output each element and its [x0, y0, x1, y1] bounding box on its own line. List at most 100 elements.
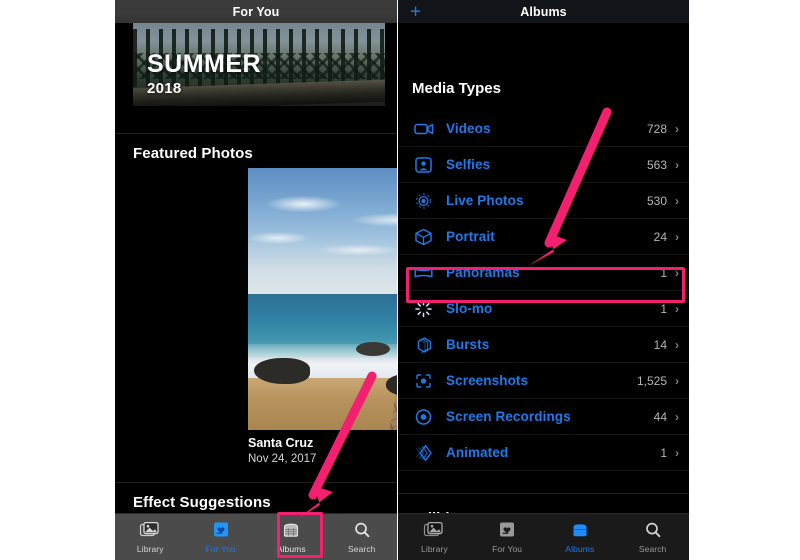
- list-item-label: Animated: [446, 445, 509, 460]
- divider: [115, 482, 397, 483]
- featured-photo-date: Nov 24, 2017: [248, 453, 317, 465]
- list-item-count: 1: [660, 265, 667, 280]
- chevron-right-icon: ›: [675, 301, 679, 316]
- page-title: For You: [232, 4, 280, 19]
- chevron-right-icon: ›: [675, 157, 679, 172]
- chevron-right-icon: ›: [675, 121, 679, 136]
- slomo-icon: [412, 298, 436, 320]
- photo-sand: [248, 378, 397, 430]
- animated-icon: [412, 442, 436, 464]
- list-item-count: 14: [653, 337, 667, 352]
- screenshot-canvas: For You SUMMER 2018 Featured Photos Sant…: [0, 0, 800, 560]
- albums-box-icon: [569, 520, 591, 540]
- heart-card-icon: [210, 520, 232, 540]
- chevron-right-icon: ›: [675, 193, 679, 208]
- albums-box-icon: [280, 520, 302, 540]
- photo-stack-icon: [139, 520, 161, 540]
- tab-library[interactable]: Library: [115, 514, 186, 554]
- heart-card-icon: [496, 520, 518, 540]
- memory-card[interactable]: SUMMER 2018: [133, 23, 385, 106]
- photo-rock: [356, 342, 390, 356]
- tabbar-left: Library For You Albums Search: [115, 513, 397, 560]
- chevron-right-icon: ›: [675, 265, 679, 280]
- memory-title: SUMMER: [147, 50, 262, 78]
- list-item-count: 1,525: [636, 373, 667, 388]
- phone-screen-for-you: For You SUMMER 2018 Featured Photos Sant…: [115, 0, 397, 560]
- list-item-count: 44: [653, 409, 667, 424]
- phone-screen-albums: + Albums Media Types Videos 728 › Selfie…: [398, 0, 689, 560]
- page-title: Albums: [520, 4, 567, 19]
- tab-albums[interactable]: Albums: [544, 514, 617, 554]
- screenshot-icon: [412, 370, 436, 392]
- list-item-selfies[interactable]: Selfies 563 ›: [398, 147, 689, 183]
- search-icon: [642, 520, 664, 540]
- section-heading-featured-photos: Featured Photos: [133, 145, 253, 162]
- tab-library[interactable]: Library: [398, 514, 471, 554]
- list-item-slo-mo[interactable]: Slo-mo 1 ›: [398, 291, 689, 327]
- featured-photo-title: Santa Cruz: [248, 436, 314, 450]
- tab-label: Library: [421, 544, 448, 554]
- chevron-right-icon: ›: [675, 229, 679, 244]
- list-item-screen-recordings[interactable]: Screen Recordings 44 ›: [398, 399, 689, 435]
- tab-label: Albums: [565, 544, 595, 554]
- bursts-icon: [412, 334, 436, 356]
- section-heading-effect-suggestions: Effect Suggestions: [133, 494, 271, 511]
- tab-label: Albums: [276, 544, 306, 554]
- tab-label: Library: [136, 544, 164, 554]
- video-camera-icon: [412, 118, 436, 140]
- photo-clouds: [248, 180, 397, 280]
- list-item-count: 1: [660, 301, 667, 316]
- portrait-cube-icon: [412, 226, 436, 248]
- tab-label: For You: [492, 544, 523, 554]
- tab-search[interactable]: Search: [616, 514, 689, 554]
- tab-label: For You: [205, 544, 236, 554]
- search-icon: [351, 520, 373, 540]
- list-item-label: Portrait: [446, 229, 495, 244]
- selfie-person-icon: [412, 154, 436, 176]
- group-heading-media-types: Media Types: [412, 80, 501, 97]
- list-item-portrait[interactable]: Portrait 24 ›: [398, 219, 689, 255]
- list-item-label: Bursts: [446, 337, 490, 352]
- list-item-count: 24: [653, 229, 667, 244]
- media-types-list: Videos 728 › Selfies 563 › Live Photos 5…: [398, 111, 689, 471]
- albums-scroll-body[interactable]: Media Types Videos 728 › Selfies 563 › L…: [398, 23, 689, 527]
- tab-search[interactable]: Search: [327, 514, 398, 554]
- list-item-panoramas[interactable]: Panoramas 1 ›: [398, 255, 689, 291]
- tabbar-right: Library For You Albums Search: [398, 513, 689, 560]
- tab-for-you[interactable]: For You: [471, 514, 544, 554]
- panorama-icon: [412, 262, 436, 284]
- chevron-right-icon: ›: [675, 373, 679, 388]
- screen-record-icon: [412, 406, 436, 428]
- list-item-videos[interactable]: Videos 728 ›: [398, 111, 689, 147]
- photo-stack-icon: [423, 520, 445, 540]
- list-item-screenshots[interactable]: Screenshots 1,525 ›: [398, 363, 689, 399]
- list-item-label: Panoramas: [446, 265, 520, 280]
- divider: [398, 493, 689, 494]
- list-item-count: 530: [646, 193, 667, 208]
- list-item-label: Videos: [446, 121, 491, 136]
- list-item-count: 728: [646, 121, 667, 136]
- list-item-label: Screen Recordings: [446, 409, 571, 424]
- tab-label: Search: [347, 544, 376, 554]
- add-album-button[interactable]: +: [410, 2, 421, 21]
- divider: [115, 133, 397, 134]
- list-item-live-photos[interactable]: Live Photos 530 ›: [398, 183, 689, 219]
- tab-label: Search: [638, 544, 667, 554]
- tab-albums[interactable]: Albums: [256, 514, 327, 554]
- list-item-count: 563: [646, 157, 667, 172]
- photo-rock: [254, 358, 310, 384]
- chevron-right-icon: ›: [675, 445, 679, 460]
- chevron-right-icon: ›: [675, 337, 679, 352]
- list-item-label: Selfies: [446, 157, 491, 172]
- list-item-animated[interactable]: Animated 1 ›: [398, 435, 689, 471]
- navbar-for-you: For You: [115, 0, 397, 23]
- list-item-count: 1: [660, 445, 667, 460]
- list-item-label: Screenshots: [446, 373, 529, 388]
- list-item-bursts[interactable]: Bursts 14 ›: [398, 327, 689, 363]
- list-item-label: Live Photos: [446, 193, 524, 208]
- tab-for-you[interactable]: For You: [186, 514, 257, 554]
- memory-subtitle: 2018: [147, 80, 182, 97]
- live-photo-icon: [412, 190, 436, 212]
- featured-photo-image[interactable]: [248, 168, 397, 430]
- list-item-label: Slo-mo: [446, 301, 493, 316]
